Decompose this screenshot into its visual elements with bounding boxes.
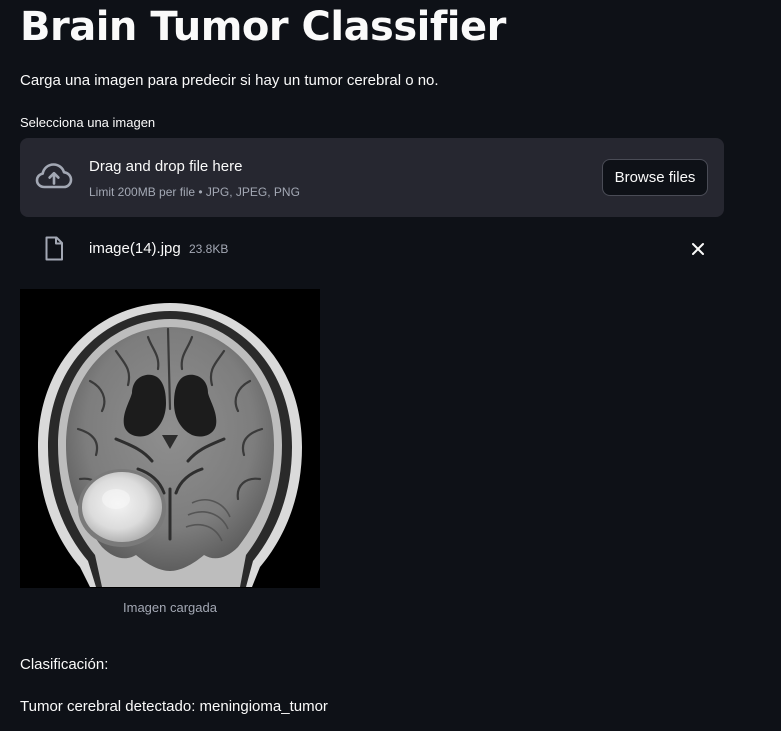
remove-file-button[interactable] [688,239,708,259]
file-dropzone[interactable]: Drag and drop file here Limit 200MB per … [20,138,724,217]
cloud-upload-icon [35,163,73,189]
app-page: Brain Tumor Classifier Carga una imagen … [0,0,781,731]
classification-label: Clasificación: [20,656,109,673]
uploaded-file-name: image(14).jpg [89,240,181,257]
browse-files-button[interactable]: Browse files [602,159,708,196]
page-title: Brain Tumor Classifier [20,4,506,50]
page-subtitle: Carga una imagen para predecir si hay un… [20,72,439,89]
dropzone-instructions: Drag and drop file here [89,158,243,175]
uploaded-file-row: image(14).jpg 23.8KB [20,230,724,268]
uploader-label: Selecciona una imagen [20,115,156,130]
image-caption: Imagen cargada [123,600,217,615]
close-icon [692,243,704,255]
dropzone-limit-text: Limit 200MB per file • JPG, JPEG, PNG [89,185,300,199]
classification-result: Tumor cerebral detectado: meningioma_tum… [20,698,328,715]
file-icon [45,236,63,261]
uploaded-mri-image [20,289,320,588]
uploaded-file-size: 23.8KB [189,242,229,256]
